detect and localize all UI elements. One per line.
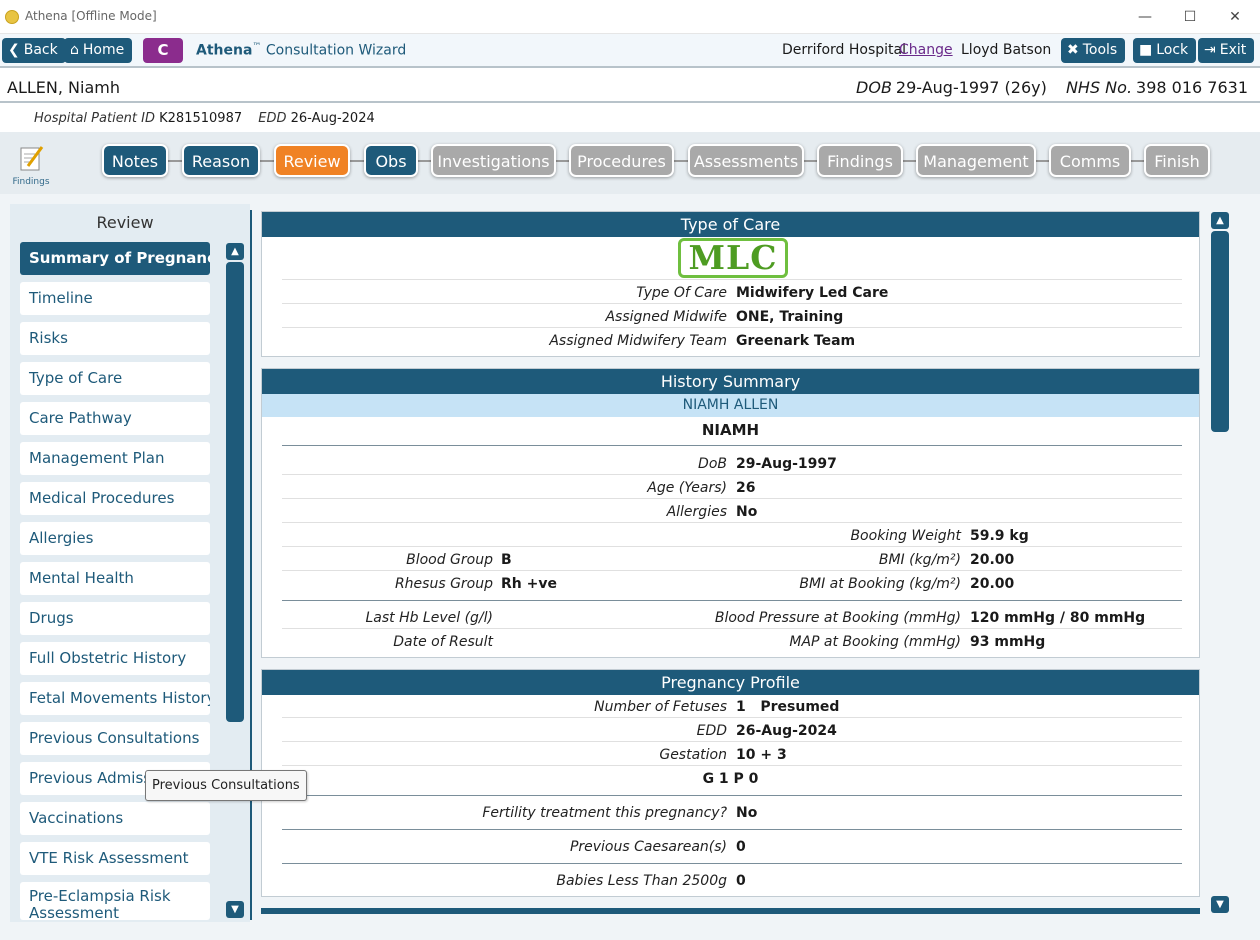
findings-shortcut[interactable]: Findings	[12, 142, 50, 190]
tab-reason[interactable]: Reason	[182, 144, 260, 177]
sidebar-item-management-plan[interactable]: Management Plan	[20, 442, 210, 475]
sidebar-item-risks[interactable]: Risks	[20, 322, 210, 355]
sidebar-title: Review	[96, 213, 154, 232]
home-button[interactable]: ⌂ Home	[64, 38, 133, 63]
sidebar-item-allergies[interactable]: Allergies	[20, 522, 210, 555]
sidebar-item-timeline[interactable]: Timeline	[20, 282, 210, 315]
pane-divider	[250, 210, 252, 920]
patient-id-bar: Hospital Patient ID K281510987 EDD 26-Au…	[0, 105, 1260, 132]
sidebar-item-care-pathway[interactable]: Care Pathway	[20, 402, 210, 435]
tooltip: Previous Consultations	[145, 770, 307, 801]
app-title: Athena™ Consultation Wizard	[196, 42, 407, 59]
window-title: Athena [Offline Mode]	[25, 9, 157, 23]
window-titlebar: Athena [Offline Mode] — ☐ ✕	[0, 0, 1260, 34]
sidebar-item-fetal-movements-history[interactable]: Fetal Movements History	[20, 682, 210, 715]
hospital-name: Derriford Hospital	[782, 42, 907, 58]
history-summary-panel: History Summary NIAMH ALLEN NIAMH DoB 29…	[261, 368, 1200, 658]
user-name: Lloyd Batson	[961, 42, 1052, 58]
mlc-stamp: MLC	[678, 238, 788, 278]
patient-demographics: DOB 29-Aug-1997 (26y) NHS No. 398 016 7631	[856, 78, 1248, 97]
tab-findings[interactable]: Findings	[817, 144, 903, 177]
tab-obs[interactable]: Obs	[364, 144, 418, 177]
type-of-care-panel: Type of Care MLC Type Of Care Midwifery …	[261, 211, 1200, 357]
main-scrollbar-thumb[interactable]	[1211, 231, 1229, 432]
gravida-para: G 1 P 0	[702, 771, 759, 787]
tools-icon: ✖	[1067, 42, 1079, 58]
change-hospital-link[interactable]: Change	[899, 42, 953, 58]
tab-finish[interactable]: Finish	[1144, 144, 1210, 177]
sidebar-item-vaccinations[interactable]: Vaccinations	[20, 802, 210, 835]
c-button[interactable]: C	[143, 38, 183, 63]
sidebar-scroll-up-icon[interactable]: ▲	[226, 243, 244, 260]
main-scroll-down-icon[interactable]: ▼	[1211, 896, 1229, 913]
tab-review[interactable]: Review	[274, 144, 350, 177]
tab-investigations[interactable]: Investigations	[431, 144, 556, 177]
tab-notes[interactable]: Notes	[102, 144, 168, 177]
main-scroll-up-icon[interactable]: ▲	[1211, 212, 1229, 229]
patient-full-name: NIAMH ALLEN	[262, 394, 1199, 417]
panel-header: Type of Care	[262, 212, 1199, 237]
patient-banner: ALLEN, Niamh DOB 29-Aug-1997 (26y) NHS No…	[0, 70, 1260, 103]
tab-management[interactable]: Management	[916, 144, 1036, 177]
wizard-tabs: Findings Notes Reason Review Obs Investi…	[0, 132, 1260, 194]
sidebar-item-summary-of-pregnancy[interactable]: Summary of Pregnancy	[20, 242, 210, 275]
sidebar-item-drugs[interactable]: Drugs	[20, 602, 210, 635]
tab-comms[interactable]: Comms	[1049, 144, 1131, 177]
patient-first-name: NIAMH	[701, 421, 760, 439]
sidebar-item-mental-health[interactable]: Mental Health	[20, 562, 210, 595]
tab-assessments[interactable]: Assessments	[688, 144, 804, 177]
back-arrow-icon: ❮	[8, 42, 20, 58]
sidebar-item-medical-procedures[interactable]: Medical Procedures	[20, 482, 210, 515]
lock-icon: ■	[1139, 42, 1153, 58]
sidebar-scroll-down-icon[interactable]: ▼	[226, 901, 244, 918]
home-icon: ⌂	[70, 42, 79, 58]
sidebar-item-vte-risk-assessment[interactable]: VTE Risk Assessment	[20, 842, 210, 875]
close-icon[interactable]: ✕	[1223, 6, 1247, 28]
panel-header: Pregnancy Profile	[262, 670, 1199, 695]
sidebar-item-previous-consultations[interactable]: Previous Consultations	[20, 722, 210, 755]
next-panel-header	[261, 908, 1200, 914]
sidebar-item-full-obstetric-history[interactable]: Full Obstetric History	[20, 642, 210, 675]
maximize-icon[interactable]: ☐	[1178, 6, 1202, 28]
minimize-icon[interactable]: —	[1133, 6, 1157, 28]
exit-icon: ⇥	[1204, 42, 1216, 58]
sidebar-item-type-of-care[interactable]: Type of Care	[20, 362, 210, 395]
sidebar-item-pre-eclampsia-risk-assessment[interactable]: Pre-Eclampsia Risk Assessment	[20, 882, 210, 920]
pregnancy-profile-panel: Pregnancy Profile Number of Fetuses 1 Pr…	[261, 669, 1200, 897]
findings-notepad-icon	[20, 146, 44, 171]
panel-header: History Summary	[262, 369, 1199, 394]
exit-button[interactable]: ⇥ Exit	[1198, 38, 1255, 63]
sidebar-scrollbar-thumb[interactable]	[226, 262, 244, 722]
tab-procedures[interactable]: Procedures	[569, 144, 674, 177]
patient-name: ALLEN, Niamh	[7, 78, 120, 97]
main-toolbar: ❮ Back ⌂ Home C Athena™ Consultation Wizar…	[0, 34, 1260, 68]
tools-button[interactable]: ✖ Tools	[1061, 38, 1126, 63]
lock-button[interactable]: ■ Lock	[1133, 38, 1197, 63]
athena-logo-icon	[5, 10, 19, 24]
back-button[interactable]: ❮ Back	[2, 38, 66, 63]
